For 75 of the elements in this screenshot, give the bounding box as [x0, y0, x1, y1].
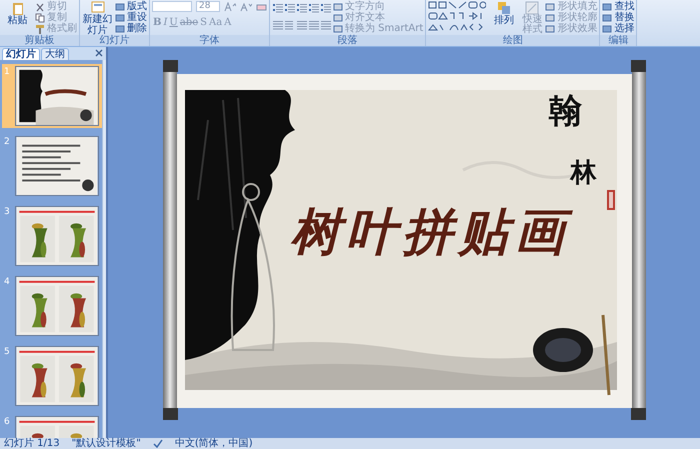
new-slide-button[interactable]: 新建幻灯片 — [82, 1, 113, 36]
align-center-icon — [284, 20, 295, 31]
slide-thumbnail[interactable]: 4 — [2, 274, 102, 338]
slide-number: 3 — [4, 206, 11, 219]
command-button[interactable]: 替换 — [602, 12, 634, 23]
font-name-field[interactable] — [152, 1, 192, 12]
command-icon — [545, 24, 556, 34]
slide-number: 6 — [4, 416, 11, 429]
format-button[interactable]: A — [223, 16, 232, 28]
group-label: 段落 — [270, 35, 426, 46]
format-button[interactable]: Aa — [208, 16, 224, 28]
slide-thumbnail[interactable]: 1 — [2, 64, 102, 128]
shrink-font-icon — [240, 2, 252, 12]
slide-number: 1 — [4, 66, 11, 79]
numbering-icon — [284, 3, 295, 14]
command-icon — [602, 24, 612, 34]
slide-thumbnail[interactable]: 3 — [2, 204, 102, 268]
command-button[interactable]: 查找 — [602, 1, 634, 12]
clipboard-icon — [10, 1, 24, 15]
slide-thumbnail[interactable]: 2 — [2, 134, 102, 198]
calligraphy-character: 林 — [570, 160, 596, 186]
format-button[interactable]: B — [152, 16, 162, 28]
slide-icon — [90, 1, 104, 14]
justify-icon — [308, 20, 319, 31]
format-button[interactable]: abe — [178, 16, 200, 28]
pane-tab[interactable]: 幻灯片 — [2, 48, 40, 60]
slide-counter: 幻灯片 1/13 — [4, 438, 60, 449]
group-label: 字体 — [150, 35, 269, 46]
quick-styles-icon — [525, 1, 540, 15]
format-button[interactable]: I — [162, 16, 168, 28]
slide-number: 4 — [4, 276, 11, 289]
close-icon — [95, 49, 103, 57]
group-label: 编辑 — [600, 35, 636, 46]
brush-icon — [35, 24, 45, 34]
indent-icon — [296, 3, 307, 14]
format-button[interactable]: S — [199, 16, 208, 28]
bullets-icon — [272, 3, 283, 14]
font-size-field[interactable]: 28 — [196, 1, 220, 12]
scrollbar[interactable] — [102, 60, 106, 438]
command-button[interactable]: 版式 — [115, 1, 147, 12]
line-spacing-icon — [320, 3, 331, 14]
group-label: 绘图 — [426, 35, 600, 46]
spellcheck-icon — [152, 439, 163, 448]
shapes-gallery-icon — [428, 1, 486, 33]
command-icon — [602, 12, 612, 22]
quick-styles-button[interactable]: 快速样式 — [521, 1, 544, 35]
language-label: 中文(简体，中国) — [174, 438, 253, 449]
columns-icon — [320, 20, 331, 31]
slide-number: 5 — [4, 346, 11, 359]
arrange-button[interactable]: 排列 — [488, 1, 520, 26]
command-button[interactable]: 重设 — [115, 12, 147, 23]
align-left-icon — [272, 20, 283, 31]
group-label: 剪贴板 — [0, 35, 79, 46]
command-button[interactable]: 选择 — [602, 23, 634, 34]
align-right-icon — [296, 20, 307, 31]
command-icon — [545, 12, 556, 22]
slide-title: 树叶拼贴画 — [290, 202, 570, 262]
command-icon — [602, 2, 612, 12]
arrange-icon — [496, 1, 511, 15]
calligraphy-character: 翰 — [548, 94, 582, 128]
theme-name: "默认设计模板" — [72, 438, 141, 449]
paste-button[interactable]: 粘贴 — [2, 1, 33, 26]
eraser-icon — [256, 2, 267, 12]
command-button[interactable]: 删除 — [115, 23, 147, 34]
grow-font-icon — [224, 2, 236, 12]
group-label: 幻灯片 — [80, 35, 149, 46]
slide-thumbnail[interactable]: 5 — [2, 344, 102, 408]
scissors-icon — [35, 2, 45, 12]
outdent-icon — [308, 3, 319, 14]
pane-tab[interactable]: 大纲 — [41, 48, 69, 60]
format-button[interactable]: U — [168, 16, 179, 28]
copy-icon — [35, 12, 45, 22]
slide-number: 2 — [4, 136, 11, 149]
command-icon — [545, 2, 556, 12]
slide-thumbnail[interactable]: 6 — [2, 414, 102, 438]
